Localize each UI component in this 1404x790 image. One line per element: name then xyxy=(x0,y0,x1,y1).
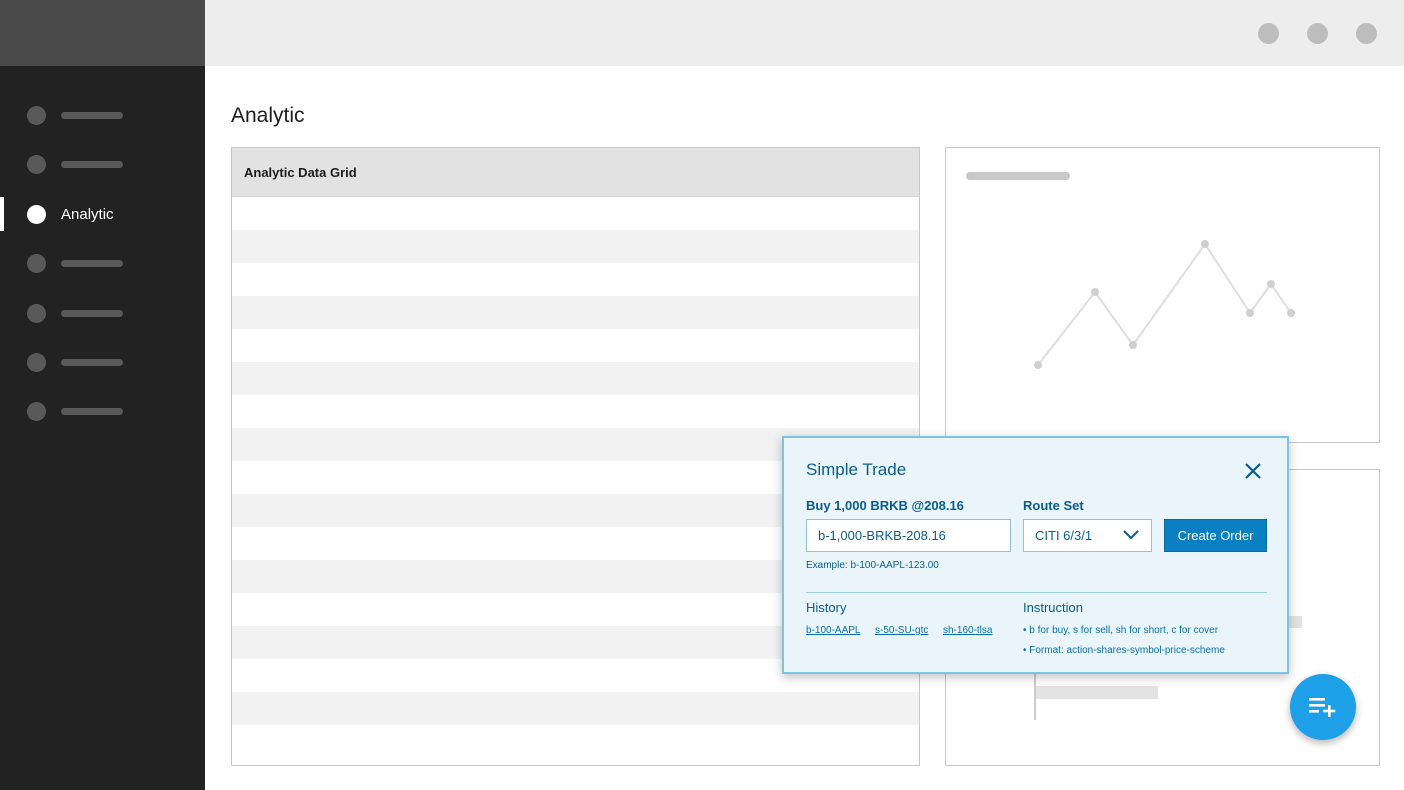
sidebar: Analytic xyxy=(0,0,205,790)
sidebar-item-6[interactable] xyxy=(0,345,205,379)
table-row[interactable] xyxy=(232,329,919,362)
chart-point xyxy=(1201,240,1209,248)
sidebar-item-7[interactable] xyxy=(0,394,205,428)
chart-line xyxy=(1037,242,1292,366)
chart-point xyxy=(1246,309,1254,317)
nav-icon xyxy=(27,352,46,372)
nav-label-placeholder xyxy=(61,309,123,317)
dialog-title: Simple Trade xyxy=(806,460,907,479)
chart-point xyxy=(1034,361,1042,369)
instruction-label: Instruction xyxy=(1023,600,1083,615)
chart-point xyxy=(1287,309,1295,317)
sidebar-item-2[interactable] xyxy=(0,147,205,181)
sidebar-item-label: Analytic xyxy=(61,205,114,223)
chart-point xyxy=(1091,288,1099,296)
page-title: Analytic xyxy=(231,104,305,127)
chart-point xyxy=(1129,341,1137,349)
chart-bar xyxy=(1036,686,1158,699)
window-control-button[interactable] xyxy=(1307,23,1328,44)
sidebar-item-1[interactable] xyxy=(0,98,205,132)
nav-label-placeholder xyxy=(61,358,123,366)
table-row[interactable] xyxy=(232,362,919,395)
grid-header: Analytic Data Grid xyxy=(232,148,919,197)
nav-label-placeholder xyxy=(61,407,123,415)
table-row[interactable] xyxy=(232,263,919,296)
table-row[interactable] xyxy=(232,692,919,725)
history-link[interactable]: b-100-AAPL xyxy=(806,625,860,636)
chevron-down-icon xyxy=(1123,530,1139,540)
create-order-button[interactable]: Create Order xyxy=(1164,519,1267,552)
window-control-button[interactable] xyxy=(1258,23,1279,44)
nav-label-placeholder xyxy=(61,111,123,119)
table-row[interactable] xyxy=(232,296,919,329)
top-bar xyxy=(205,0,1404,66)
sidebar-item-analytic[interactable]: Analytic xyxy=(0,197,205,231)
order-label: Buy 1,000 BRKB @208.16 xyxy=(806,498,964,513)
add-to-list-icon xyxy=(1309,698,1336,717)
instruction-item: • b for buy, s for sell, sh for short, c… xyxy=(1023,625,1219,636)
nav-label-placeholder xyxy=(61,259,123,267)
nav-label-placeholder xyxy=(61,160,123,168)
line-chart-wireframe xyxy=(1034,240,1295,369)
instruction-item: • Format: action-shares-symbol-price-sch… xyxy=(1023,645,1225,656)
table-row[interactable] xyxy=(232,395,919,428)
nav-icon xyxy=(27,154,46,174)
table-row[interactable] xyxy=(232,197,919,230)
route-set-value: CITI 6/3/1 xyxy=(1035,528,1093,543)
nav-icon xyxy=(27,204,46,224)
add-to-list-button[interactable] xyxy=(1290,674,1356,740)
table-row[interactable] xyxy=(232,230,919,263)
app-window: Analytic Analytic Analytic Data Grid Sim… xyxy=(0,0,1404,790)
sidebar-item-4[interactable] xyxy=(0,246,205,280)
route-set-select[interactable]: CITI 6/3/1 xyxy=(1023,519,1152,552)
simple-trade-dialog: Simple Trade Buy 1,000 BRKB @208.16 Rout… xyxy=(782,436,1289,674)
line-chart-card xyxy=(945,147,1380,443)
close-icon[interactable] xyxy=(1244,462,1262,480)
history-label: History xyxy=(806,600,847,615)
nav-icon xyxy=(27,303,46,323)
divider xyxy=(806,592,1267,593)
order-input[interactable] xyxy=(806,519,1011,552)
nav-icon xyxy=(27,105,46,125)
nav-icon xyxy=(27,253,46,273)
table-row[interactable] xyxy=(232,725,919,758)
nav-icon xyxy=(27,401,46,421)
example-hint: Example: b-100-AAPL-123.00 xyxy=(806,560,939,571)
history-link[interactable]: sh-160-tlsa xyxy=(943,625,992,636)
sidebar-item-5[interactable] xyxy=(0,296,205,330)
route-set-label: Route Set xyxy=(1023,498,1084,513)
window-control-button[interactable] xyxy=(1356,23,1377,44)
sidebar-logo-area xyxy=(0,0,205,66)
history-link[interactable]: s-50-SU-gtc xyxy=(875,625,928,636)
chart-point xyxy=(1267,280,1275,288)
